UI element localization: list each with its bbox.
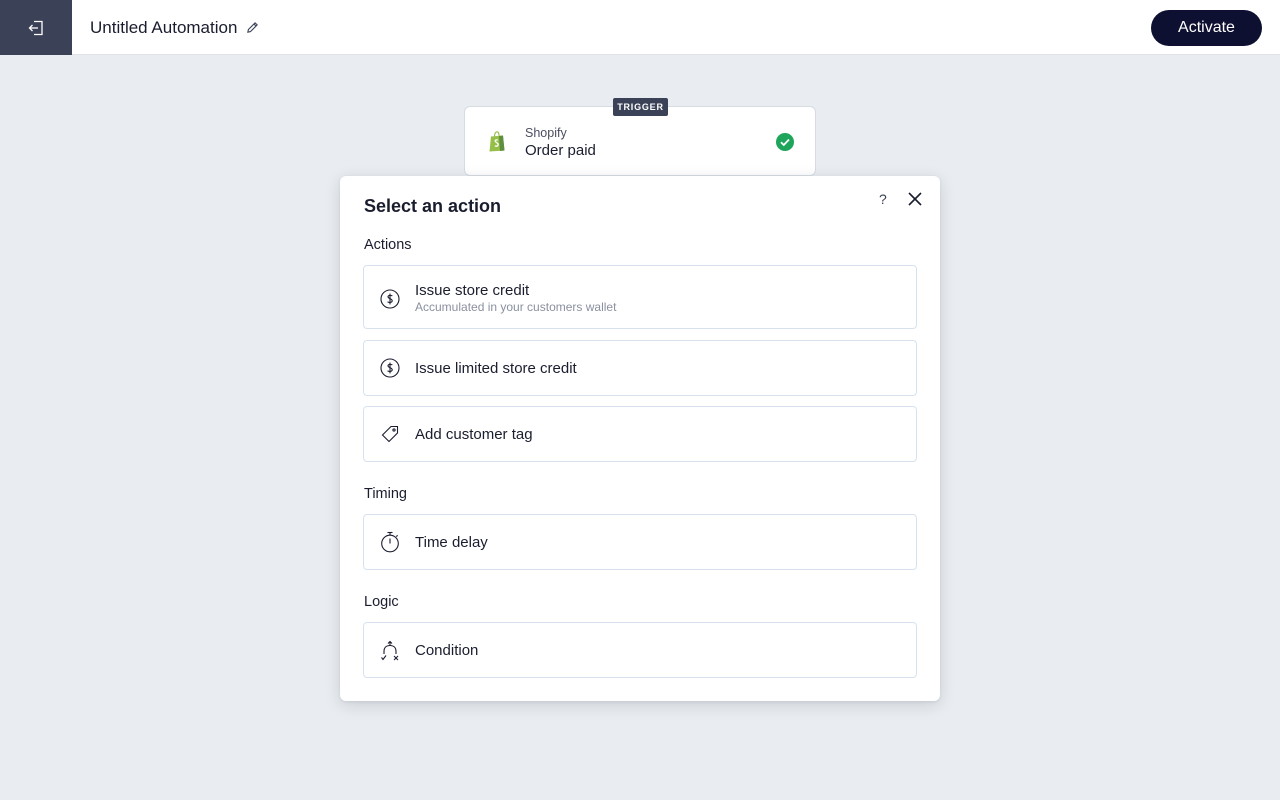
trigger-event-name: Order paid — [525, 142, 596, 159]
option-sublabel: Accumulated in your customers wallet — [415, 300, 617, 314]
stopwatch-icon — [380, 531, 400, 553]
option-issue-store-credit[interactable]: Issue store credit Accumulated in your c… — [363, 265, 917, 329]
option-label: Issue store credit — [415, 282, 530, 299]
help-icon[interactable]: ? — [879, 191, 887, 207]
exit-button[interactable] — [0, 0, 72, 55]
section-label-actions: Actions — [364, 237, 412, 253]
trigger-badge: TRIGGER — [613, 98, 668, 116]
automation-title: Untitled Automation — [90, 17, 238, 37]
trigger-card[interactable]: Shopify Order paid — [464, 106, 816, 176]
option-label: Time delay — [415, 534, 488, 551]
option-issue-limited-store-credit[interactable]: Issue limited store credit — [363, 340, 917, 396]
modal-title: Select an action — [364, 196, 502, 216]
condition-branch-icon — [380, 640, 400, 662]
top-bar: Untitled Automation Activate — [0, 0, 1280, 55]
activate-button[interactable]: Activate — [1151, 10, 1262, 46]
option-add-customer-tag[interactable]: Add customer tag — [363, 406, 917, 462]
dollar-circle-icon — [380, 289, 400, 309]
shopify-bag-icon — [488, 131, 506, 157]
trigger-app-name: Shopify — [525, 126, 567, 140]
option-label: Add customer tag — [415, 426, 533, 443]
option-time-delay[interactable]: Time delay — [363, 514, 917, 570]
section-label-timing: Timing — [364, 486, 407, 502]
section-label-logic: Logic — [364, 594, 399, 610]
check-circle-icon — [776, 133, 794, 156]
automation-title-area: Untitled Automation — [90, 0, 259, 55]
tag-icon — [380, 424, 400, 444]
dollar-circle-icon — [380, 358, 400, 378]
option-label: Condition — [415, 642, 479, 659]
close-icon[interactable] — [906, 190, 924, 213]
option-label: Issue limited store credit — [415, 360, 577, 377]
pencil-icon[interactable] — [246, 21, 259, 34]
option-condition[interactable]: Condition — [363, 622, 917, 678]
select-action-modal: Select an action ? Actions Issue store c… — [340, 176, 940, 701]
exit-icon — [28, 20, 43, 35]
